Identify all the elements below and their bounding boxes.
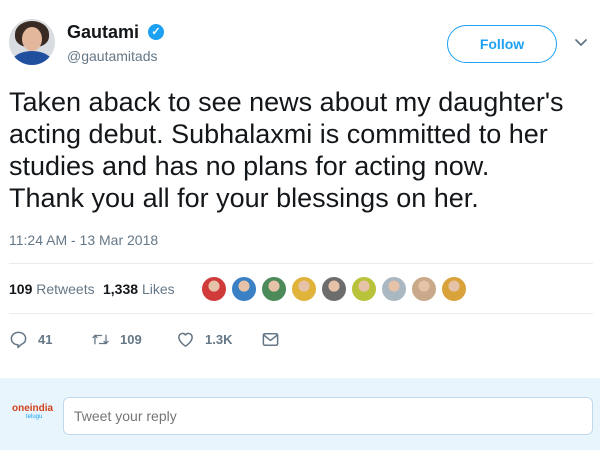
likes-count: 1,338 (103, 281, 139, 297)
avatar-body (12, 51, 52, 65)
tweet-line: acting debut. Subhalaxmi is committed to… (9, 119, 548, 149)
retweet-button[interactable]: 109 (91, 328, 142, 350)
liker-7-avatar[interactable] (381, 276, 407, 302)
like-count: 1.3K (205, 331, 233, 347)
tweet-actions: 41 109 1.3K (9, 328, 309, 350)
liker-5-avatar[interactable] (321, 276, 347, 302)
liker-2-avatar[interactable] (231, 276, 257, 302)
heart-icon (178, 332, 193, 347)
reply-button[interactable]: 41 (9, 328, 52, 350)
retweets-label: Retweets (36, 281, 95, 297)
tweet-text: Taken aback to see news about my daughte… (9, 86, 594, 214)
retweet-count: 109 (120, 331, 142, 347)
tweet-line: Thank you all for your blessings on her. (9, 183, 479, 213)
reply-icon (10, 331, 27, 348)
liker-1-avatar[interactable] (201, 276, 227, 302)
user-handle[interactable]: @gautamitads (67, 48, 157, 64)
liker-9-avatar[interactable] (441, 276, 467, 302)
likes-label: Likes (141, 281, 175, 297)
likes-stat[interactable]: 1,338 Likes (103, 281, 175, 297)
liker-4-avatar[interactable] (291, 276, 317, 302)
divider (9, 263, 593, 264)
user-display-name[interactable]: Gautami (67, 22, 139, 43)
brand-logo-text: oneindia (12, 403, 54, 414)
retweets-count: 109 (9, 281, 33, 297)
brand-logo-subtext: telugu (26, 414, 43, 420)
like-button[interactable]: 1.3K (176, 328, 232, 350)
divider (9, 313, 593, 314)
tweet-timestamp[interactable]: 11:24 AM - 13 Mar 2018 (9, 232, 158, 248)
tweet-line: Taken aback to see news about my daughte… (9, 87, 564, 117)
tweet-line: studies and has no plans for acting now. (9, 151, 490, 181)
profile-avatar[interactable] (9, 19, 55, 65)
retweet-icon (92, 334, 109, 344)
envelope-icon (262, 332, 279, 346)
reply-count: 41 (38, 331, 53, 347)
brand-logo: oneindia telugu (12, 403, 53, 423)
avatar-face (22, 27, 42, 51)
liker-3-avatar[interactable] (261, 276, 287, 302)
retweets-stat[interactable]: 109 Retweets (9, 281, 95, 297)
reply-input[interactable] (63, 397, 593, 435)
direct-message-button[interactable] (261, 328, 280, 350)
liker-8-avatar[interactable] (411, 276, 437, 302)
verified-badge-icon: ✓ (148, 24, 164, 40)
liker-6-avatar[interactable] (351, 276, 377, 302)
chevron-down-icon[interactable] (574, 36, 588, 50)
follow-button[interactable]: Follow (447, 25, 557, 63)
